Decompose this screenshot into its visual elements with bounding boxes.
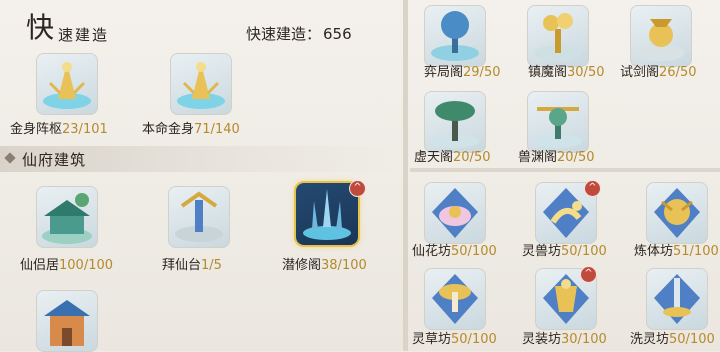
upgrade-badge: ^ xyxy=(580,266,597,283)
building-label: 潜修阁38/100 xyxy=(282,258,367,273)
page-title: 速建造 xyxy=(58,26,110,44)
lotus-icon xyxy=(424,182,486,244)
tree-fountain-icon xyxy=(424,5,486,67)
gate-tree-icon xyxy=(527,91,589,153)
building-label: 炼体坊51/100 xyxy=(634,244,719,259)
mushroom-icon xyxy=(424,268,486,330)
sword-altar-icon xyxy=(646,268,708,330)
quick-build-counter: 快速建造： 656 xyxy=(246,23,352,44)
section-title: 仙府建筑 xyxy=(22,151,87,169)
quick-build-value: 656 xyxy=(323,25,352,43)
building-label: 仙花坊50/100 xyxy=(412,244,497,259)
building-label: 本命金身71/140 xyxy=(142,122,240,137)
pavilion-icon xyxy=(36,186,98,248)
upgrade-badge: ^ xyxy=(584,180,601,197)
upgrade-badge: ^ xyxy=(349,180,366,197)
left-panel: 快 速建造 快速建造： 656 金身阵枢23/101 本命金身71/140 仙府建… xyxy=(0,0,403,352)
building-label: 试剑阁26/50 xyxy=(620,65,697,80)
building-label: 灵草坊50/100 xyxy=(412,332,497,347)
building-label: 弈局阁29/50 xyxy=(424,65,501,80)
section-header: 仙府建筑 xyxy=(0,146,403,172)
altar-icon xyxy=(168,186,230,248)
palace-icon xyxy=(36,290,98,352)
golden-beast-icon xyxy=(646,182,708,244)
bonsai-tree-icon xyxy=(424,91,486,153)
title-big-char: 快 xyxy=(26,11,55,44)
building-label: 金身阵枢23/101 xyxy=(10,122,108,137)
diamond-icon xyxy=(4,152,16,164)
sword-array-icon xyxy=(296,183,358,245)
golden-body-statue-icon xyxy=(36,53,98,115)
golden-treasure-icon xyxy=(630,5,692,67)
building-label: 虚天阁20/50 xyxy=(414,150,491,165)
building-label: 镇魔阁30/50 xyxy=(528,65,605,80)
golden-body-statue-icon xyxy=(170,53,232,115)
quick-build-label: 快速建造： xyxy=(246,25,322,43)
building-label: 灵兽坊50/100 xyxy=(522,244,607,259)
building-label: 兽渊阁20/50 xyxy=(518,150,595,165)
building-label: 拜仙台1/5 xyxy=(162,258,222,273)
golden-tree-icon xyxy=(527,5,589,67)
building-label: 洗灵坊50/100 xyxy=(630,332,715,347)
building-label: 仙侣居100/100 xyxy=(20,258,114,273)
section-divider xyxy=(410,168,720,172)
building-label: 灵装坊30/100 xyxy=(522,332,607,347)
